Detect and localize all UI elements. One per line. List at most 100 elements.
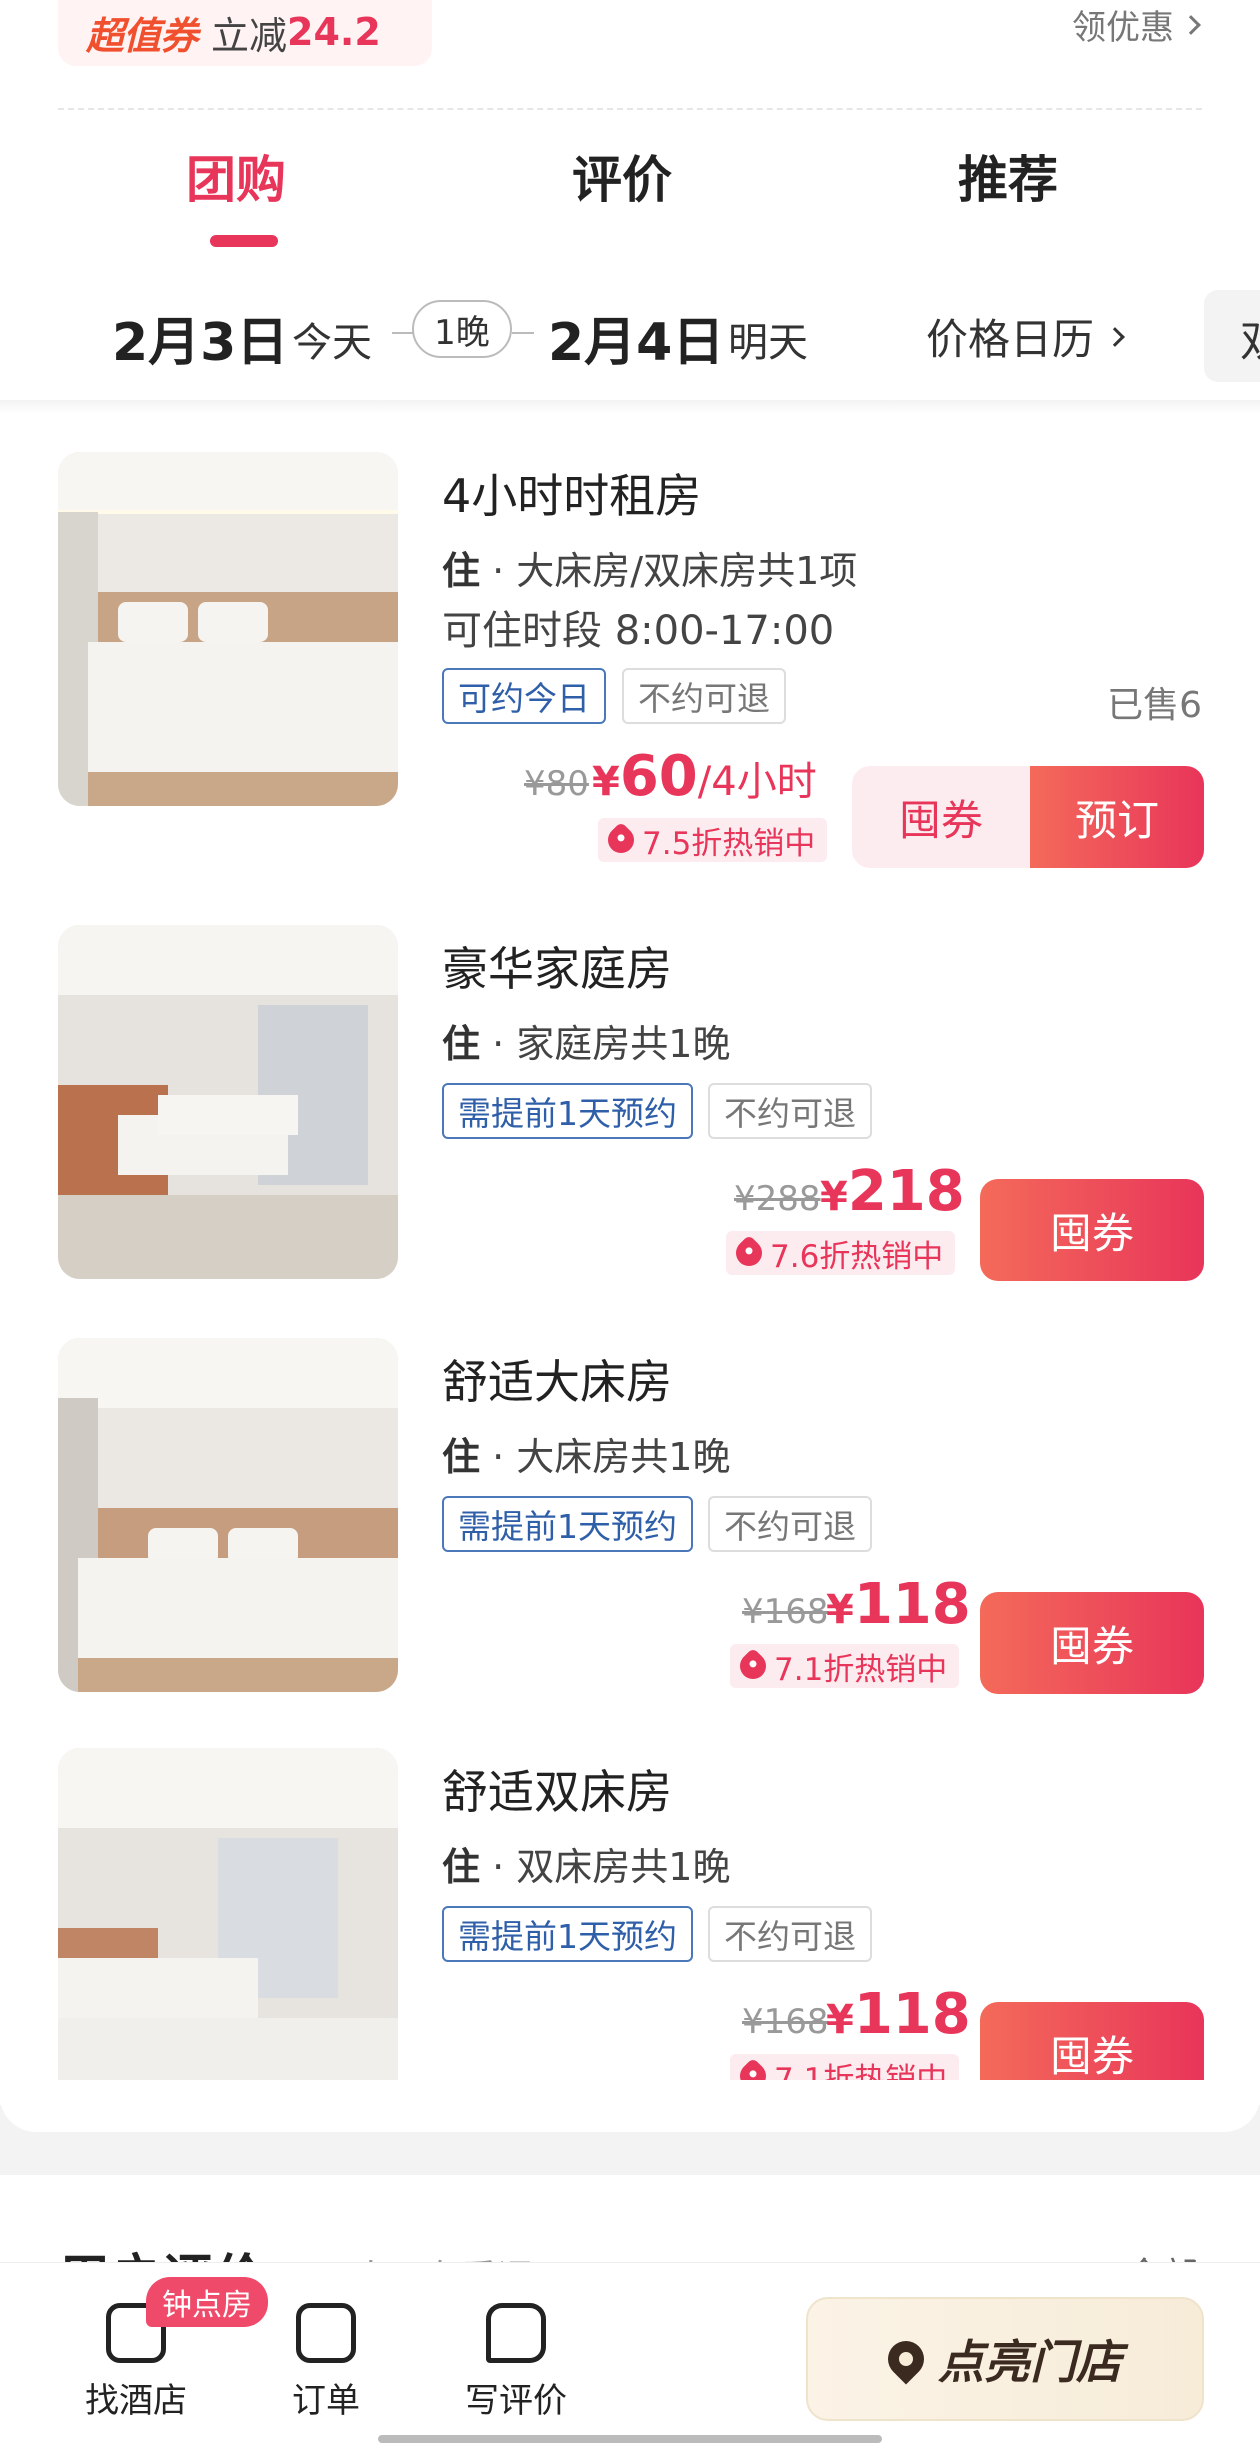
discount-badge: 7.1折热销中 bbox=[730, 1644, 960, 1688]
checkin-day: 今天 bbox=[292, 320, 372, 366]
claim-coupon-link[interactable]: 领优惠 bbox=[1072, 0, 1201, 49]
light-up-store-button[interactable]: 点亮门店 bbox=[806, 2297, 1204, 2421]
room-title: 豪华家庭房 bbox=[442, 942, 672, 996]
price-unit: /4小时 bbox=[697, 759, 817, 805]
card-bottom bbox=[0, 2080, 1260, 2132]
price-value: 118 bbox=[853, 1982, 971, 2047]
refund-tag: 不约可退 bbox=[622, 668, 786, 724]
current-price: ¥218 bbox=[820, 1159, 965, 1224]
room-spec-text: · 大床房/双床房共1项 bbox=[492, 549, 858, 593]
nights-count: 1晚 bbox=[412, 300, 512, 358]
coupon-strip: 超值券 立减 24.2 领优惠 bbox=[0, 0, 1260, 110]
booking-tag: 可约今日 bbox=[442, 668, 606, 724]
room-spec-text: · 大床房共1晚 bbox=[492, 1435, 731, 1479]
booking-tag: 需提前1天预约 bbox=[442, 1083, 693, 1139]
discount-badge: 7.5折热销中 bbox=[598, 818, 828, 862]
book-button[interactable]: 预订 bbox=[1030, 766, 1204, 868]
current-price: ¥118 bbox=[826, 1572, 971, 1637]
current-price: ¥60/4小时 bbox=[592, 744, 817, 809]
stock-coupon-button[interactable]: 囤券 bbox=[980, 1179, 1204, 1281]
divider bbox=[58, 108, 1202, 110]
tab-bar: 团购 评价 推荐 bbox=[0, 140, 1260, 250]
original-price: ¥168 bbox=[742, 1592, 829, 1632]
price-value: 118 bbox=[853, 1572, 971, 1637]
original-price: ¥168 bbox=[742, 2002, 829, 2042]
room-title: 4小时时租房 bbox=[442, 469, 702, 523]
nav-orders[interactable]: 订单 bbox=[246, 2303, 406, 2422]
chevron-right-icon bbox=[1181, 14, 1201, 35]
room-spec: 住 · 双床房共1晚 bbox=[442, 1836, 730, 1891]
checkout-day: 明天 bbox=[728, 320, 808, 366]
room-card[interactable]: 舒适双床房 住 · 双床房共1晚 需提前1天预约 不约可退 ¥168 ¥118 … bbox=[0, 1748, 1260, 2128]
price-calendar-link[interactable]: 价格日历 bbox=[926, 306, 1125, 367]
booking-tag: 需提前1天预约 bbox=[442, 1906, 693, 1962]
stock-coupon-button[interactable]: 囤券 bbox=[852, 766, 1030, 868]
location-pin-icon bbox=[880, 2333, 932, 2385]
room-card[interactable]: 4小时时租房 住 · 大床房/双床房共1项 可住时段 8:00-17:00 可约… bbox=[0, 452, 1260, 868]
stay-hours: 可住时段 8:00-17:00 bbox=[442, 608, 835, 654]
date-connector bbox=[392, 332, 414, 334]
room-spec: 住 · 大床房/双床房共1项 bbox=[442, 540, 857, 595]
tab-group-buy[interactable]: 团购 bbox=[186, 140, 286, 212]
price-value: 218 bbox=[847, 1159, 965, 1224]
light-up-store-label: 点亮门店 bbox=[938, 2335, 1122, 2389]
checkout-date[interactable]: 2月4日 bbox=[548, 300, 724, 375]
stay-label: 住 bbox=[442, 1845, 481, 1889]
room-type-filter[interactable]: 双 bbox=[1204, 290, 1260, 382]
nav-write-review-label: 写评价 bbox=[465, 2381, 567, 2421]
nav-find-hotel-label: 找酒店 bbox=[85, 2381, 187, 2421]
chevron-right-icon bbox=[1105, 326, 1125, 347]
currency-symbol: ¥ bbox=[826, 1997, 854, 2043]
nav-write-review[interactable]: 写评价 bbox=[436, 2303, 596, 2422]
room-spec: 住 · 家庭房共1晚 bbox=[442, 1013, 730, 1068]
tab-active-indicator bbox=[210, 235, 278, 247]
nav-orders-label: 订单 bbox=[292, 2381, 360, 2421]
coupon-text: 立减 bbox=[211, 13, 288, 58]
discount-text: 7.5折热销中 bbox=[642, 825, 816, 862]
checkin-date[interactable]: 2月3日 bbox=[112, 300, 288, 375]
price-calendar-label: 价格日历 bbox=[926, 315, 1095, 364]
stay-label: 住 bbox=[442, 549, 481, 593]
original-price: ¥288 bbox=[734, 1179, 821, 1219]
booking-tag: 需提前1天预约 bbox=[442, 1496, 693, 1552]
room-spec-text: · 双床房共1晚 bbox=[492, 1845, 731, 1889]
room-photo[interactable] bbox=[58, 925, 398, 1279]
discount-text: 7.1折热销中 bbox=[774, 1651, 948, 1688]
bottom-nav: 找酒店 钟点房 订单 写评价 点亮门店 bbox=[0, 2262, 1260, 2448]
discount-badge: 7.6折热销中 bbox=[726, 1231, 956, 1275]
coupon-chip[interactable]: 超值券 立减 24.2 bbox=[58, 0, 432, 66]
price-tag-icon bbox=[602, 821, 640, 859]
discount-text: 7.6折热销中 bbox=[770, 1238, 944, 1275]
price-tag-icon bbox=[730, 1234, 768, 1272]
tab-recommend[interactable]: 推荐 bbox=[958, 140, 1058, 212]
price-value: 60 bbox=[619, 744, 698, 809]
coupon-amount: 24.2 bbox=[287, 10, 381, 54]
review-bubble-icon bbox=[486, 2303, 546, 2363]
home-indicator[interactable] bbox=[378, 2435, 882, 2443]
tab-reviews[interactable]: 评价 bbox=[572, 140, 672, 212]
date-selector[interactable]: 2月3日 今天 1晚 2月4日 明天 价格日历 双 bbox=[0, 290, 1260, 382]
room-spec-text: · 家庭房共1晚 bbox=[492, 1022, 731, 1066]
refund-tag: 不约可退 bbox=[708, 1083, 872, 1139]
current-price: ¥118 bbox=[826, 1982, 971, 2047]
buy-buttons: 囤券 预订 bbox=[852, 766, 1204, 868]
currency-symbol: ¥ bbox=[592, 759, 620, 805]
room-photo[interactable] bbox=[58, 1748, 398, 2102]
room-spec: 住 · 大床房共1晚 bbox=[442, 1426, 730, 1481]
stay-label: 住 bbox=[442, 1435, 481, 1479]
stay-label: 住 bbox=[442, 1022, 481, 1066]
refund-tag: 不约可退 bbox=[708, 1906, 872, 1962]
room-card[interactable]: 舒适大床房 住 · 大床房共1晚 需提前1天预约 不约可退 ¥168 ¥118 … bbox=[0, 1338, 1260, 1718]
stock-coupon-button[interactable]: 囤券 bbox=[980, 1592, 1204, 1694]
room-photo[interactable] bbox=[58, 1338, 398, 1692]
price-tag-icon bbox=[734, 1647, 772, 1685]
claim-coupon-label: 领优惠 bbox=[1072, 8, 1174, 48]
room-photo[interactable] bbox=[58, 452, 398, 806]
sold-count: 已售6 bbox=[1107, 685, 1202, 726]
orders-icon bbox=[296, 2303, 356, 2363]
date-connector bbox=[512, 332, 534, 334]
room-title: 舒适大床房 bbox=[442, 1355, 672, 1409]
room-card[interactable]: 豪华家庭房 住 · 家庭房共1晚 需提前1天预约 不约可退 ¥288 ¥218 … bbox=[0, 925, 1260, 1305]
refund-tag: 不约可退 bbox=[708, 1496, 872, 1552]
original-price: ¥80 bbox=[524, 764, 589, 804]
